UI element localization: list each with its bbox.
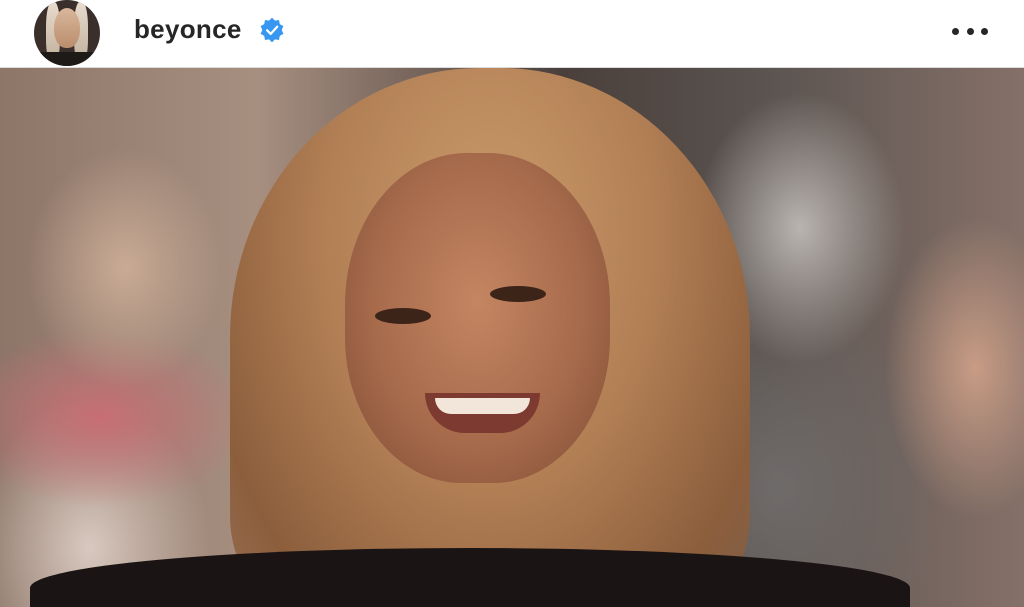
photo-jacket [30,548,910,607]
more-options-button[interactable] [952,28,988,38]
more-dot [952,28,959,35]
avatar-shirt [34,52,100,66]
post-image[interactable] [0,68,1024,607]
photo-teeth [435,398,530,414]
photo-eye-right [490,286,546,302]
more-dot [981,28,988,35]
username-link[interactable]: beyonce [134,14,242,45]
profile-avatar[interactable] [34,0,100,66]
post-header: beyonce [0,0,1024,68]
more-dot [966,28,974,35]
photo-eye-left [375,308,431,324]
avatar-face [54,8,80,48]
verified-badge-icon [260,17,284,43]
